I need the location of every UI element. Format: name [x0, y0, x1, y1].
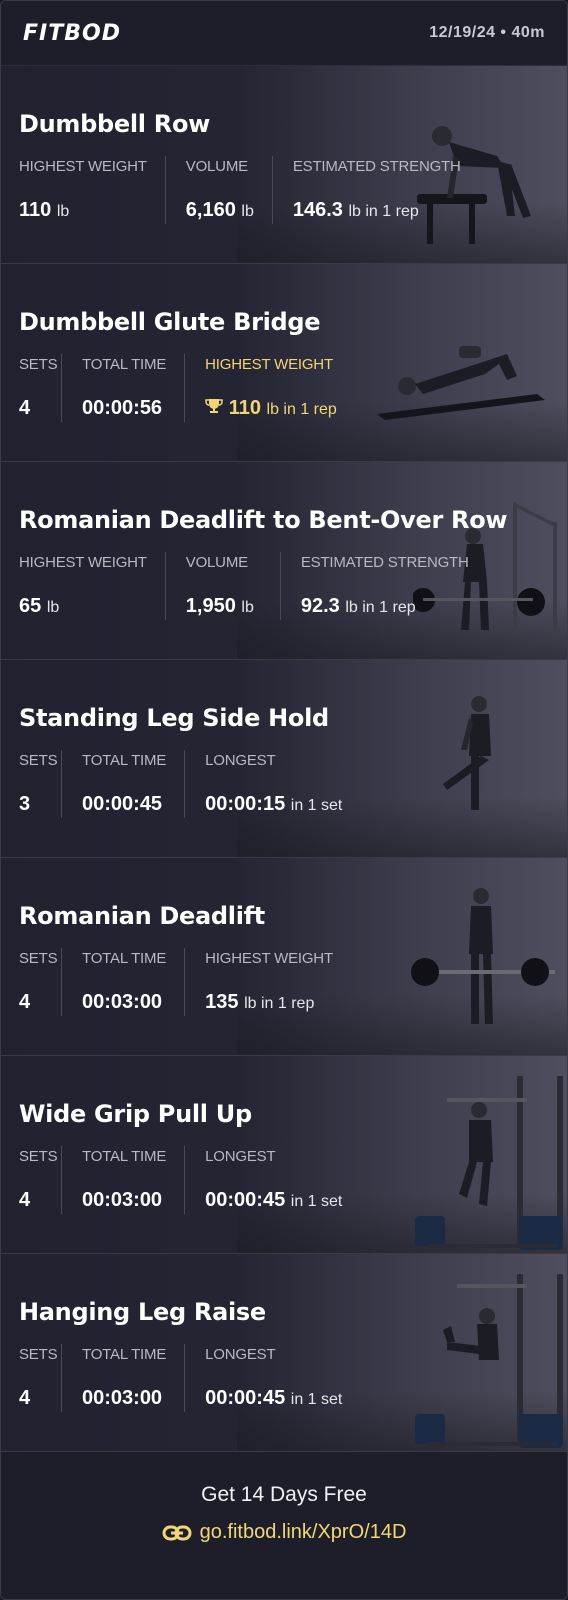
exercise-stats: HIGHEST WEIGHT 110 lb VOLUME 6,160 lb ES…: [1, 156, 479, 224]
workout-date-duration: 12/19/24 • 40m: [429, 24, 545, 41]
stat-longest: LONGEST 00:00:15 in 1 set: [184, 750, 360, 818]
exercise-title: Hanging Leg Raise: [19, 1298, 266, 1326]
stat-total-time: TOTAL TIME 00:03:00: [61, 1344, 184, 1412]
exercise-illustration: [443, 696, 491, 810]
exercise-card-romanian-deadlift-to-bent-over-row[interactable]: Romanian Deadlift to Bent-Over Row HIGHE…: [1, 462, 567, 660]
exercise-illustration: [377, 346, 545, 420]
exercise-card-dumbbell-glute-bridge[interactable]: Dumbbell Glute Bridge SETS 4 TOTAL TIME …: [1, 264, 567, 462]
trophy-icon: [205, 399, 223, 413]
exercise-stats: SETS 3 TOTAL TIME 00:00:45 LONGEST 00:00…: [1, 750, 360, 818]
exercise-card-dumbbell-row[interactable]: Dumbbell Row HIGHEST WEIGHT 110 lb VOLUM…: [1, 66, 567, 264]
workout-summary-card: FITBOD 12/19/24 • 40m Dumbbell Row HIGHE…: [0, 0, 568, 1600]
promo-footer: Get 14 Days Free go.fitbod.link/XprO/14D: [1, 1451, 567, 1599]
exercise-title: Romanian Deadlift to Bent-Over Row: [19, 506, 508, 534]
stat-longest: LONGEST 00:00:45 in 1 set: [184, 1344, 360, 1412]
stat-volume: VOLUME 1,950 lb: [164, 552, 280, 620]
promo-link[interactable]: go.fitbod.link/XprO/14D: [1, 1521, 567, 1544]
exercise-illustration: [411, 888, 555, 1024]
exercise-illustration: [415, 1274, 563, 1448]
exercise-card-hanging-leg-raise[interactable]: Hanging Leg Raise SETS 4 TOTAL TIME 00:0…: [1, 1254, 567, 1452]
exercise-title: Standing Leg Side Hold: [19, 704, 329, 732]
stat-highest-weight: HIGHEST WEIGHT 65 lb: [19, 554, 147, 617]
stat-highest-weight: HIGHEST WEIGHT 110 lb in 1 rep: [184, 354, 355, 422]
stat-longest: LONGEST 00:00:45 in 1 set: [184, 1146, 360, 1214]
exercise-card-wide-grip-pull-up[interactable]: Wide Grip Pull Up SETS 4 TOTAL TIME 00:0…: [1, 1056, 567, 1254]
stat-highest-weight: HIGHEST WEIGHT 135 lb in 1 rep: [184, 948, 351, 1016]
link-icon: [162, 1525, 192, 1540]
stat-total-time: TOTAL TIME 00:03:00: [61, 1146, 184, 1214]
exercise-stats: SETS 4 TOTAL TIME 00:03:00 LONGEST 00:00…: [1, 1344, 360, 1412]
promo-link-text[interactable]: go.fitbod.link/XprO/14D: [200, 1521, 407, 1544]
stat-sets: SETS 3: [19, 752, 58, 815]
stat-sets: SETS 4: [19, 950, 58, 1013]
exercise-stats: HIGHEST WEIGHT 65 lb VOLUME 1,950 lb EST…: [1, 552, 487, 620]
stat-highest-weight: HIGHEST WEIGHT 110 lb: [19, 158, 147, 221]
exercise-illustration: [415, 1076, 563, 1250]
exercise-card-standing-leg-side-hold[interactable]: Standing Leg Side Hold SETS 3 TOTAL TIME…: [1, 660, 567, 858]
header: FITBOD 12/19/24 • 40m: [1, 1, 567, 66]
exercise-title: Dumbbell Glute Bridge: [19, 308, 321, 336]
exercise-stats: SETS 4 TOTAL TIME 00:03:00 LONGEST 00:00…: [1, 1146, 360, 1214]
stat-sets: SETS 4: [19, 1346, 58, 1409]
stat-sets: SETS 4: [19, 356, 58, 419]
promo-cta: Get 14 Days Free: [201, 1483, 367, 1506]
exercise-stats: SETS 4 TOTAL TIME 00:00:56 HIGHEST WEIGH…: [1, 354, 355, 422]
exercise-title: Dumbbell Row: [19, 110, 211, 138]
stat-estimated-strength: ESTIMATED STRENGTH 146.3 lb in 1 rep: [271, 156, 479, 224]
stat-volume: VOLUME 6,160 lb: [164, 156, 272, 224]
exercise-title: Wide Grip Pull Up: [19, 1100, 252, 1128]
exercise-card-romanian-deadlift[interactable]: Romanian Deadlift SETS 4 TOTAL TIME 00:0…: [1, 858, 567, 1056]
stat-total-time: TOTAL TIME 00:03:00: [61, 948, 184, 1016]
fitbod-logo: FITBOD: [23, 20, 121, 46]
stat-sets: SETS 4: [19, 1148, 58, 1211]
stat-estimated-strength: ESTIMATED STRENGTH 92.3 lb in 1 rep: [279, 552, 487, 620]
exercise-stats: SETS 4 TOTAL TIME 00:03:00 HIGHEST WEIGH…: [1, 948, 351, 1016]
exercise-title: Romanian Deadlift: [19, 902, 265, 930]
stat-total-time: TOTAL TIME 00:00:45: [61, 750, 184, 818]
stat-total-time: TOTAL TIME 00:00:56: [61, 354, 184, 422]
